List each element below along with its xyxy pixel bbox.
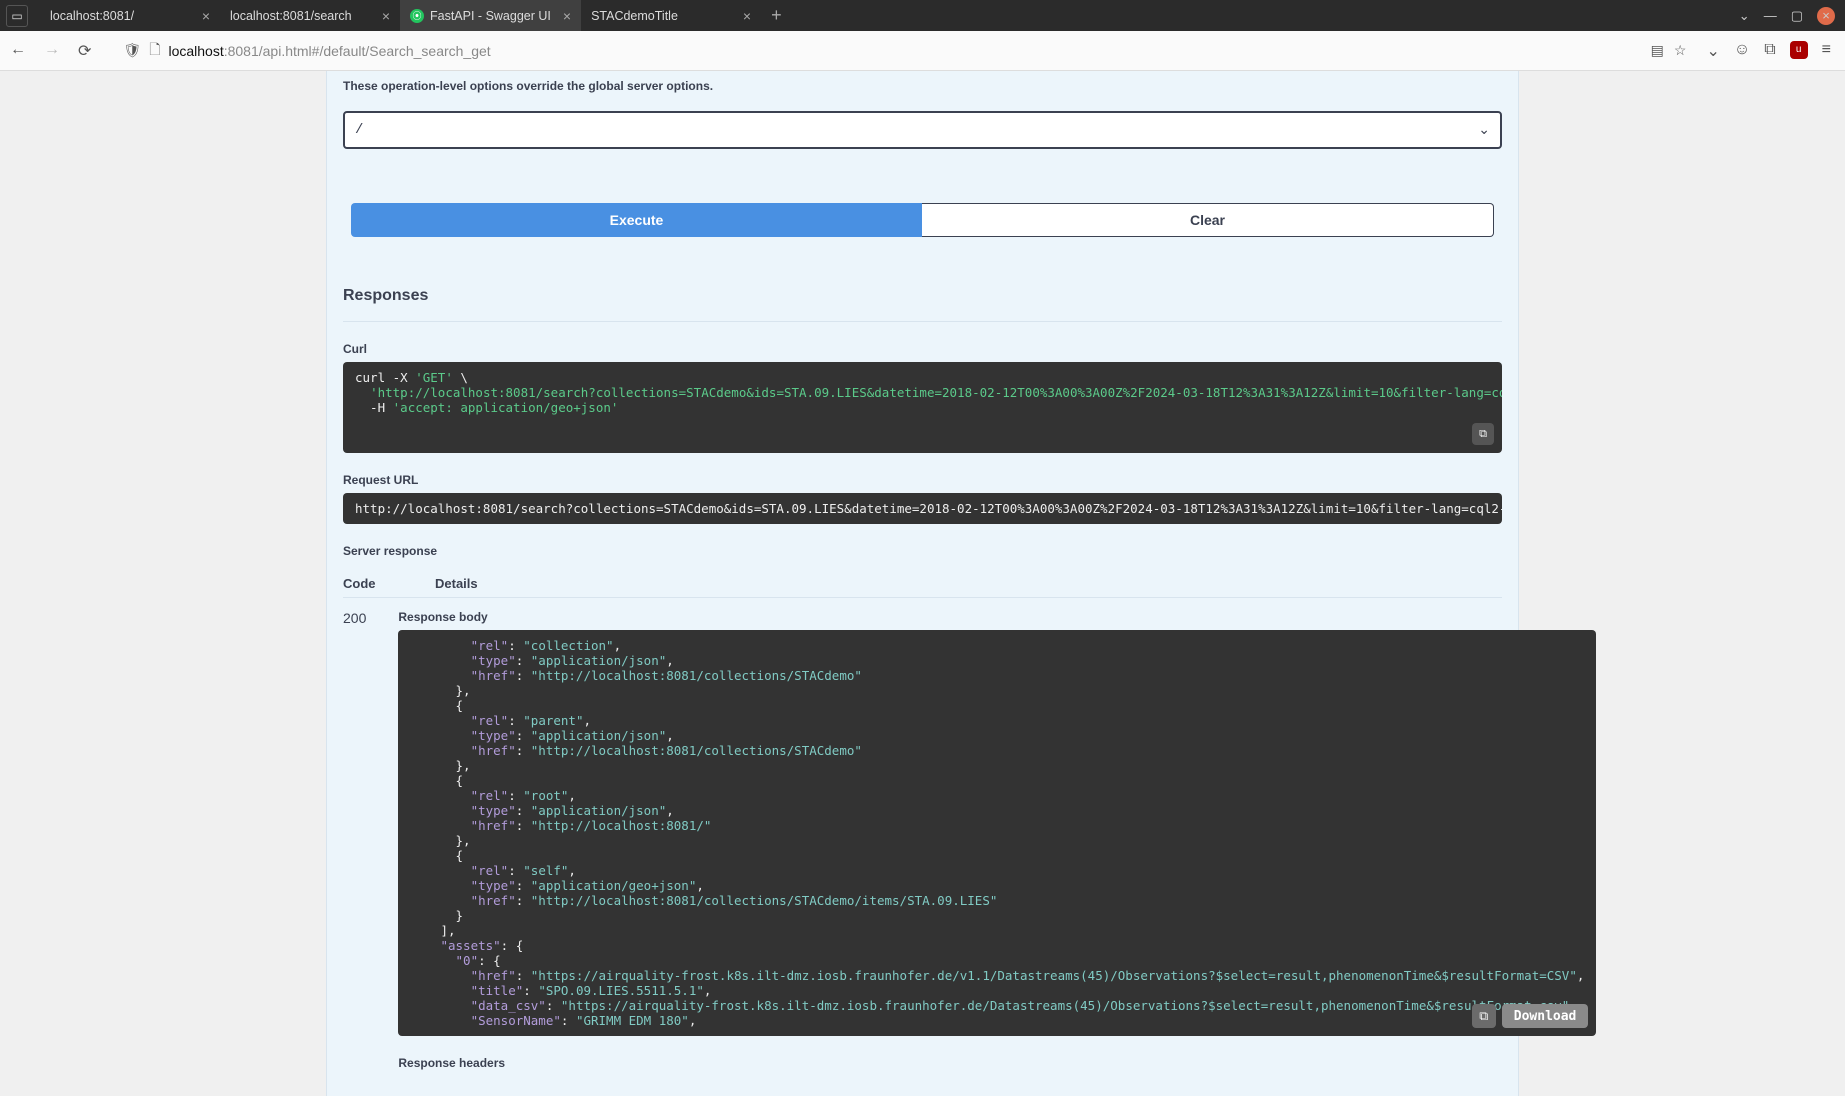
- tab-bar: ▭ localhost:8081/ × localhost:8081/searc…: [0, 0, 1845, 31]
- request-url-label: Request URL: [343, 473, 1502, 487]
- tab-title: localhost:8081/: [50, 9, 134, 23]
- col-code: Code: [343, 576, 403, 591]
- close-icon[interactable]: ×: [731, 8, 751, 24]
- shield-icon[interactable]: 🛡: [123, 42, 141, 59]
- close-icon[interactable]: ×: [551, 8, 571, 24]
- close-icon[interactable]: ×: [190, 8, 210, 24]
- address-bar[interactable]: 🛡 🗋 localhost:8081/api.html#/default/Sea…: [113, 36, 1696, 66]
- copy-icon[interactable]: ⧉: [1472, 1004, 1496, 1028]
- request-url-block: http://localhost:8081/search?collections…: [343, 493, 1502, 524]
- minimize-icon[interactable]: —: [1764, 8, 1777, 23]
- tab-3-active[interactable]: ⦿ FastAPI - Swagger UI ×: [400, 0, 581, 31]
- hamburger-icon[interactable]: ≡: [1822, 41, 1831, 61]
- clear-button[interactable]: Clear: [922, 203, 1494, 237]
- response-headers-label: Response headers: [398, 1056, 1596, 1070]
- app-menu-icon[interactable]: ▭: [6, 5, 28, 27]
- tab-1[interactable]: localhost:8081/ ×: [40, 0, 220, 31]
- close-icon[interactable]: ×: [370, 8, 390, 24]
- reload-icon[interactable]: ⟳: [78, 41, 91, 61]
- tab-title: FastAPI - Swagger UI: [430, 9, 551, 23]
- back-icon[interactable]: ←: [10, 41, 26, 61]
- override-note: These operation-level options override t…: [343, 71, 1502, 93]
- response-body-label: Response body: [398, 610, 1596, 624]
- copy-icon[interactable]: ⧉: [1472, 423, 1494, 445]
- browser-toolbar: ← → ⟳ 🛡 🗋 localhost:8081/api.html#/defau…: [0, 31, 1845, 71]
- account-icon[interactable]: ☺: [1734, 41, 1750, 61]
- tab-title: STACdemoTitle: [591, 9, 678, 23]
- server-select[interactable]: / ⌄: [343, 111, 1502, 149]
- server-response-label: Server response: [343, 544, 1502, 558]
- forward-icon[interactable]: →: [44, 41, 60, 61]
- response-body-block: "rel": "collection", "type": "applicatio…: [398, 630, 1596, 1036]
- fastapi-favicon-icon: ⦿: [410, 9, 424, 23]
- ublock-icon[interactable]: u: [1790, 41, 1808, 59]
- pocket-icon[interactable]: ⌄: [1706, 41, 1719, 61]
- download-button[interactable]: Download: [1502, 1004, 1589, 1028]
- new-tab-button[interactable]: +: [761, 5, 792, 26]
- tab-2[interactable]: localhost:8081/search ×: [220, 0, 400, 31]
- curl-label: Curl: [343, 342, 1502, 356]
- responses-heading: Responses: [343, 267, 1502, 322]
- tab-title: localhost:8081/search: [230, 9, 352, 23]
- extensions-icon[interactable]: ⧉: [1764, 41, 1775, 61]
- server-value: /: [355, 122, 363, 138]
- chevron-down-icon[interactable]: ⌄: [1739, 8, 1750, 24]
- execute-button[interactable]: Execute: [351, 203, 922, 237]
- tab-4[interactable]: STACdemoTitle ×: [581, 0, 761, 31]
- maximize-icon[interactable]: ▢: [1791, 8, 1803, 24]
- chevron-down-icon: ⌄: [1478, 122, 1490, 139]
- col-details: Details: [435, 576, 478, 591]
- curl-block: curl -X 'GET' \ 'http://localhost:8081/s…: [343, 362, 1502, 453]
- url-host: localhost: [168, 43, 223, 59]
- url-path: :8081/api.html#/default/Search_search_ge…: [224, 43, 491, 59]
- close-window-icon[interactable]: ×: [1817, 7, 1835, 25]
- star-icon[interactable]: ☆: [1674, 42, 1687, 59]
- status-code: 200: [343, 610, 366, 1076]
- reader-icon[interactable]: ▤: [1651, 42, 1664, 59]
- lock-icon[interactable]: 🗋: [149, 39, 160, 63]
